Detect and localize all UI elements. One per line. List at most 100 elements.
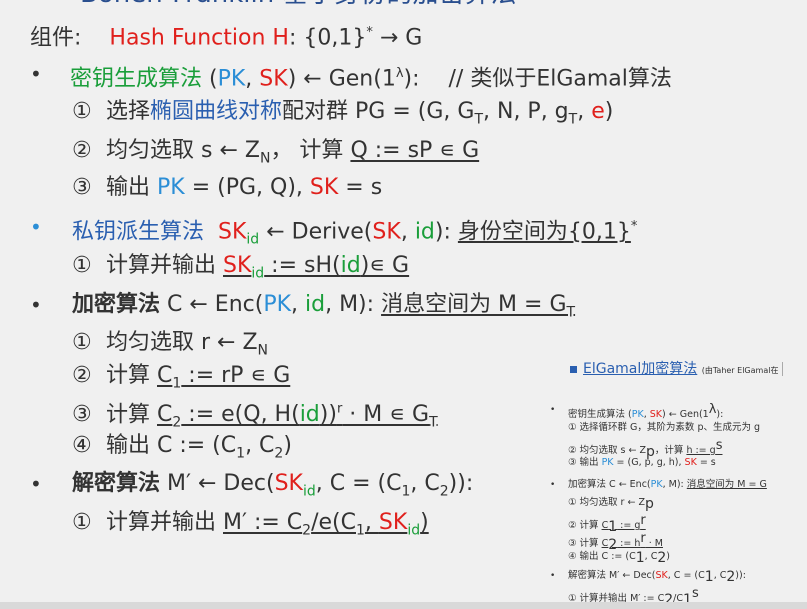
- t: = s: [338, 175, 383, 200]
- t: · M: [645, 538, 663, 550]
- t: ):: [434, 219, 451, 245]
- t: T: [474, 111, 483, 128]
- bullet: •: [30, 62, 42, 86]
- t: ElGamal加密算法: [583, 361, 698, 377]
- hash-domain: : {0,1}: [288, 25, 367, 51]
- t: M′ := C: [223, 510, 303, 535]
- step-num: ①: [72, 99, 92, 124]
- hash-range: → G: [372, 25, 423, 51]
- t: , C: [245, 433, 275, 458]
- t: Q := sP ∊ G: [350, 138, 480, 163]
- slide-title: Boneh-Franklin 基于身份的加密算法: [80, 0, 517, 8]
- t: 均匀选取 s ← Z: [106, 138, 260, 163]
- t: 椭圆曲线对称: [150, 99, 283, 124]
- t: , C: [713, 570, 727, 581]
- bullet: •: [550, 405, 556, 415]
- t: M′ ← Dec(: [160, 471, 275, 496]
- t: ) ← Gen(1: [662, 409, 709, 421]
- t: M′ ← Dec(: [606, 570, 656, 581]
- t: 密钥生成算法: [568, 409, 626, 421]
- step-num: ②: [72, 138, 92, 163]
- t: ③ 输出: [568, 457, 602, 468]
- components-label: 组件:: [30, 25, 82, 51]
- t: 2: [274, 445, 284, 462]
- enc-step-2: ② 计算 C1 := rP ∊ G: [72, 362, 290, 397]
- t: , C: [410, 471, 440, 496]
- t: ): [666, 551, 670, 562]
- t: ,: [364, 510, 379, 535]
- t: 解密算法: [568, 570, 607, 581]
- enc-step-3: ③ 计算 C2 := e(Q, H(id))r · M ∊ GT: [72, 396, 438, 437]
- t: 计算并输出: [106, 510, 223, 535]
- keygen-title: 密钥生成算法: [70, 66, 203, 92]
- inset-keygen: 密钥生成算法 (PK, SK) ← Gen(1λ):: [568, 403, 723, 421]
- t: := e(Q, H(: [181, 402, 300, 428]
- t: /e(C: [311, 510, 356, 535]
- t: 计算: [106, 402, 157, 428]
- t: = (G, p, g, h),: [613, 457, 685, 468]
- t: 2: [657, 549, 667, 566]
- t: := rP ∊ G: [181, 363, 291, 388]
- message-space: 消息空间为 M = G: [381, 292, 567, 317]
- t: 1: [172, 375, 182, 392]
- step-num: ③: [72, 402, 92, 428]
- t: PK: [601, 457, 614, 468]
- t: ): [420, 510, 429, 535]
- lambda: λ: [395, 66, 404, 81]
- bullet: •: [30, 472, 42, 496]
- hash-function-name: Hash Function H: [109, 25, 289, 51]
- t: ,: [291, 292, 306, 317]
- t: id: [414, 219, 435, 245]
- t: ,: [245, 66, 260, 92]
- t: ):: [403, 66, 420, 92]
- t: (: [202, 66, 218, 92]
- t: id: [251, 265, 265, 282]
- t: 2: [172, 414, 182, 431]
- t: SK: [372, 219, 401, 245]
- t: )): [319, 402, 337, 428]
- t: SK: [655, 570, 668, 581]
- elgamal-inset: ElGamal加密算法 (由Taher ElGamal在 • 密钥生成算法 (P…: [548, 355, 807, 609]
- derive-line: 私钥派生算法 SKid ← Derive(SK, id): 身份空间为{0,1}*: [72, 213, 637, 254]
- inset-enc-step-2: ② 计算 C1 := gr: [568, 514, 646, 534]
- t: p: [644, 495, 654, 512]
- t: , N, P, g: [483, 99, 569, 124]
- t: id: [299, 402, 320, 428]
- t: 配对群 PG = (G, G: [282, 99, 475, 124]
- keygen-step-3: ③ 输出 PK = (PG, Q), SK = s: [72, 174, 382, 202]
- dec-step-1: ① 计算并输出 M′ := C2/e(C1, SKid): [72, 509, 429, 544]
- square-bullet-icon: [570, 365, 577, 373]
- t: ,: [577, 99, 592, 124]
- keygen-line: 密钥生成算法 (PK, SK) ← Gen(1λ): // 类似于ElGamal…: [70, 60, 672, 93]
- t: 输出 C := (C: [106, 433, 237, 458]
- t: T: [566, 304, 576, 321]
- t: 2: [439, 483, 449, 500]
- enc-step-4: ④ 输出 C := (C1, C2): [72, 432, 292, 467]
- t: PK: [631, 409, 644, 421]
- t: 1: [236, 445, 246, 462]
- t: (由Taher ElGamal在: [701, 366, 779, 375]
- t: ③ 计算: [568, 538, 602, 550]
- t: ① 均匀选取 r ← Z: [568, 497, 645, 508]
- t: ← Derive(: [259, 219, 373, 245]
- divider: [782, 362, 784, 376]
- t: PK: [263, 292, 292, 317]
- t: = (PG, Q),: [184, 175, 310, 200]
- dec-title: 解密算法: [72, 471, 161, 496]
- enc-title: 加密算法: [72, 292, 161, 317]
- t: SK: [684, 457, 697, 468]
- t: 计算并输出: [106, 253, 223, 278]
- t: id: [246, 231, 260, 248]
- t: · M ∊ G: [342, 402, 430, 428]
- bullet: •: [30, 293, 42, 317]
- pk: PK: [217, 66, 246, 92]
- step-num: ①: [72, 330, 92, 355]
- t: C ← Enc(: [606, 479, 651, 490]
- step-num: ①: [72, 253, 92, 278]
- t: PK: [157, 175, 185, 200]
- step-num: ④: [72, 433, 92, 458]
- t: id: [305, 292, 326, 317]
- t: ， 计算: [270, 138, 351, 163]
- t: SK: [218, 219, 247, 245]
- t: , M):: [325, 292, 375, 317]
